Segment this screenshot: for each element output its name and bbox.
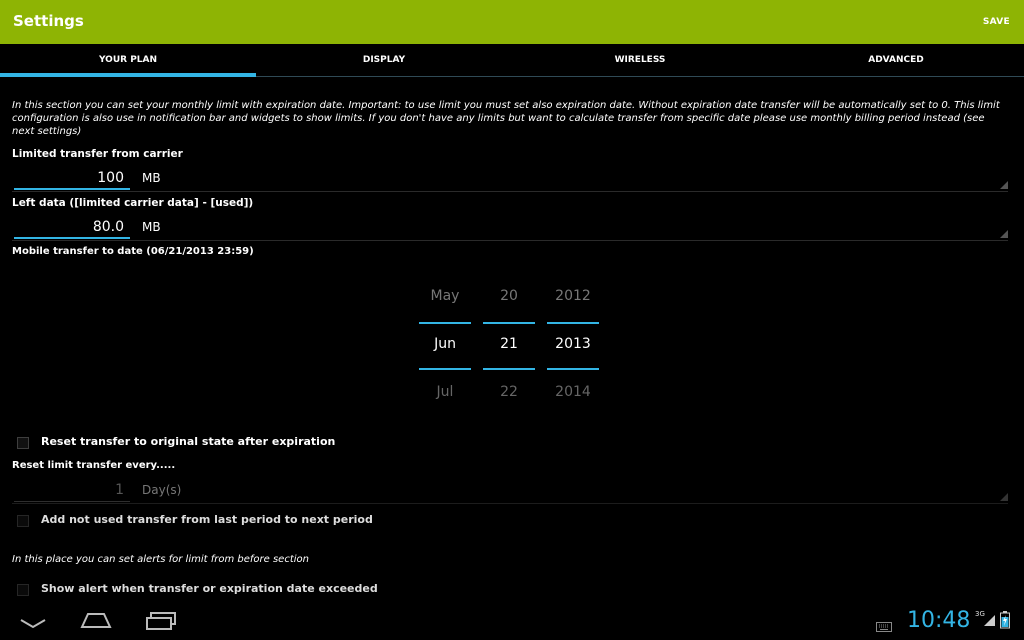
- recent-apps-icon[interactable]: [146, 612, 176, 634]
- picker-divider: [419, 322, 471, 324]
- left-data-row: 80.0 MB: [12, 217, 1008, 241]
- reset-every-unit: Day(s): [142, 483, 182, 497]
- year-current[interactable]: 2013: [547, 336, 599, 352]
- month-prev[interactable]: May: [419, 288, 471, 304]
- unit-spinner-corner-icon[interactable]: [1000, 181, 1008, 189]
- status-clock: 10:48: [907, 608, 971, 633]
- home-icon[interactable]: [80, 612, 112, 632]
- day-current[interactable]: 21: [483, 336, 535, 352]
- limited-transfer-unit: MB: [142, 171, 161, 185]
- left-data-input[interactable]: 80.0: [14, 217, 130, 239]
- left-data-label: Left data ([limited carrier data] - [use…: [12, 197, 254, 209]
- picker-divider: [483, 322, 535, 324]
- limited-transfer-row: 100 MB: [12, 168, 1008, 192]
- show-alert-checkbox[interactable]: [17, 584, 29, 596]
- unit-spinner-corner-icon[interactable]: [1000, 230, 1008, 238]
- unit-spinner-corner-icon[interactable]: [1000, 493, 1008, 501]
- reset-transfer-label: Reset transfer to original state after e…: [41, 435, 336, 448]
- reset-every-label: Reset limit transfer every.....: [12, 460, 176, 471]
- reset-transfer-checkbox[interactable]: [17, 437, 29, 449]
- day-prev[interactable]: 20: [483, 288, 535, 304]
- year-picker[interactable]: 2012 2013 2014: [547, 280, 599, 410]
- show-alert-label: Show alert when transfer or expiration d…: [41, 582, 378, 595]
- keyboard-icon[interactable]: [876, 617, 892, 636]
- tab-advanced[interactable]: ADVANCED: [768, 44, 1024, 76]
- left-data-unit: MB: [142, 220, 161, 234]
- mobile-transfer-date-label: Mobile transfer to date (06/21/2013 23:5…: [12, 246, 254, 257]
- year-next[interactable]: 2014: [547, 384, 599, 400]
- year-prev[interactable]: 2012: [547, 288, 599, 304]
- save-button[interactable]: SAVE: [983, 17, 1010, 27]
- picker-divider: [547, 322, 599, 324]
- alerts-note: In this place you can set alerts for lim…: [12, 554, 309, 565]
- tab-bar: YOUR PLAN DISPLAY WIRELESS ADVANCED: [0, 44, 1024, 77]
- plan-settings-panel: In this section you can set your monthly…: [0, 78, 1024, 600]
- day-next[interactable]: 22: [483, 384, 535, 400]
- tab-your-plan[interactable]: YOUR PLAN: [0, 44, 256, 77]
- month-picker[interactable]: May Jun Jul: [419, 280, 471, 410]
- back-icon[interactable]: [20, 614, 46, 633]
- reset-every-input[interactable]: 1: [14, 480, 130, 502]
- page-title: Settings: [13, 12, 84, 30]
- day-picker[interactable]: 20 21 22: [483, 280, 535, 410]
- limited-transfer-input[interactable]: 100: [14, 168, 130, 190]
- picker-divider: [419, 368, 471, 370]
- tab-display[interactable]: DISPLAY: [256, 44, 512, 76]
- action-bar: Settings SAVE: [0, 0, 1024, 44]
- picker-divider: [483, 368, 535, 370]
- battery-icon: [1000, 611, 1010, 633]
- add-unused-checkbox[interactable]: [17, 515, 29, 527]
- tab-wireless[interactable]: WIRELESS: [512, 44, 768, 76]
- limited-transfer-label: Limited transfer from carrier: [12, 148, 183, 160]
- signal-icon: [984, 612, 996, 631]
- add-unused-label: Add not used transfer from last period t…: [41, 513, 373, 526]
- navigation-bar: 10:48 3G: [0, 600, 1024, 640]
- reset-every-row: 1 Day(s): [12, 480, 1008, 504]
- picker-divider: [547, 368, 599, 370]
- intro-text: In this section you can set your monthly…: [12, 100, 1000, 137]
- month-next[interactable]: Jul: [419, 384, 471, 400]
- month-current[interactable]: Jun: [419, 336, 471, 352]
